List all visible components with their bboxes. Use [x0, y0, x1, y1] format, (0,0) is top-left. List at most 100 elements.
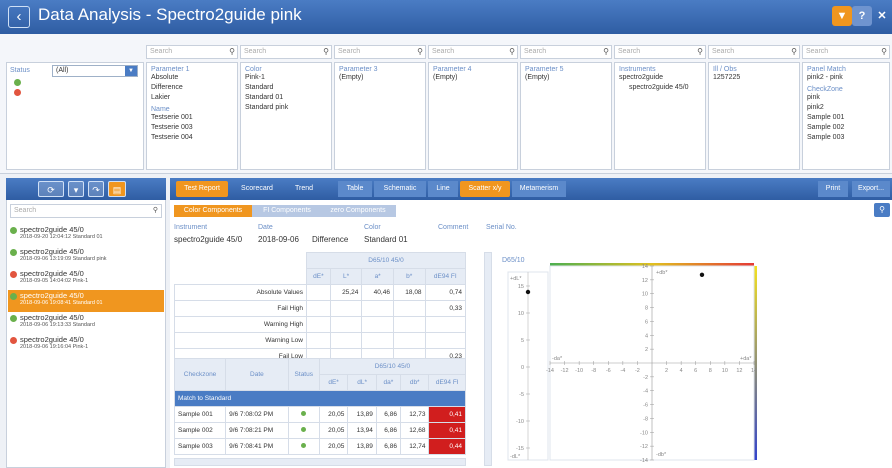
status-dot [10, 337, 17, 344]
window-title: Data Analysis - Spectro2guide pink [38, 5, 302, 24]
cell [424, 316, 467, 333]
list-item[interactable]: Testserie 003 [151, 123, 233, 133]
filter-search-panelmatch[interactable]: Search ⚲ [802, 45, 890, 59]
tab-trend[interactable]: Trend [286, 181, 322, 197]
column-header[interactable]: Checkzone [173, 358, 227, 391]
list-item[interactable]: Standard [245, 83, 327, 93]
column-header[interactable]: Status [287, 358, 320, 391]
filter-search-parameter1[interactable]: Search ⚲ [146, 45, 238, 59]
folder-icon[interactable]: ▤ [108, 181, 126, 197]
filter-search-parameter4[interactable]: Search ⚲ [428, 45, 518, 59]
table-row[interactable]: Sample 002 9/6 7:08:21 PM 20,05 13,94 6,86 12… [173, 422, 466, 439]
x-tick-label: 2 [665, 368, 668, 374]
chevron-down-icon[interactable]: ▾ [68, 181, 84, 197]
list-item[interactable]: spectro2guide [619, 73, 701, 83]
list-item[interactable]: spectro2guide 45/0 2018-09-06 19:08:41 St… [8, 290, 164, 312]
instruments-filter[interactable]: Instruments spectro2guide spectro2guide … [614, 62, 706, 170]
filter-search-parameter5[interactable]: Search ⚲ [520, 45, 612, 59]
color-heading: Color [245, 66, 262, 73]
cell: 20,05 [318, 422, 349, 439]
menu-button[interactable]: ▼ [832, 6, 852, 26]
tab-test-report[interactable]: Test Report [176, 181, 228, 197]
list-item[interactable]: Sample 001 [807, 113, 885, 123]
dl-tick-label: -10 [516, 419, 524, 425]
serial-label: Serial No. [486, 224, 517, 231]
da-neg-label: -da* [552, 356, 563, 362]
close-icon[interactable]: ✕ [872, 6, 892, 26]
table-row[interactable]: Sample 001 9/6 7:08:02 PM 20,05 13,89 6,86 12… [173, 406, 466, 423]
help-button[interactable]: ? [852, 6, 872, 26]
list-item[interactable]: 1257225 [713, 73, 795, 83]
list-item[interactable]: spectro2guide 45/0 2018-09-06 19:16:04 Pi… [8, 334, 164, 356]
parameter5-filter[interactable]: Parameter 5 (Empty) [520, 62, 612, 170]
tab-line[interactable]: Line [428, 181, 458, 197]
status-select[interactable]: (All) ▼ [52, 65, 138, 77]
y-tick-label: 2 [645, 347, 648, 353]
parameter1-heading: Parameter 1 [151, 66, 190, 73]
list-item[interactable]: (Empty) [339, 73, 421, 83]
back-chevron-icon[interactable]: ‹ [8, 6, 30, 28]
tab-metamerism[interactable]: Metamerism [512, 181, 566, 197]
list-item[interactable]: pink [807, 93, 885, 103]
color-filter[interactable]: Color Pink-1 Standard Standard 01 Standa… [240, 62, 332, 170]
group-header: D65/10 45/0 [318, 358, 467, 375]
status-filter-panel [6, 62, 144, 170]
list-item[interactable]: spectro2guide 45/0 2018-09-20 12:04:12 St… [8, 224, 164, 246]
tab-schematic[interactable]: Schematic [374, 181, 426, 197]
tab-scatter[interactable]: Scatter x/y [460, 181, 510, 197]
list-item[interactable]: Standard pink [245, 103, 327, 113]
item-detail: 2018-09-06 19:13:33 Standard [20, 322, 95, 328]
list-item[interactable]: Difference [151, 83, 233, 93]
horizontal-scrollbar[interactable] [174, 458, 466, 466]
status-dot [301, 411, 307, 416]
list-search-input[interactable]: Search ⚲ [10, 204, 162, 218]
list-item[interactable]: pink2 [807, 103, 885, 113]
cell: 0,44 [428, 438, 466, 455]
list-item[interactable]: Absolute [151, 73, 233, 83]
list-item[interactable]: Sample 003 [807, 133, 885, 143]
filter-search-instruments[interactable]: Search ⚲ [614, 45, 706, 59]
status-cell [287, 406, 320, 423]
status-green-dot[interactable] [14, 79, 21, 86]
vertical-scrollbar[interactable] [484, 252, 492, 466]
table-row[interactable]: Sample 003 9/6 7:08:41 PM 20,05 13,89 6,86 12… [173, 438, 466, 455]
zoom-search-icon[interactable]: ⚲ [874, 203, 890, 217]
print-button[interactable]: Print [818, 181, 848, 197]
parameter4-filter[interactable]: Parameter 4 (Empty) [428, 62, 518, 170]
list-item[interactable]: pink2 - pink [807, 73, 885, 83]
tab-color-components[interactable]: Color Components [174, 205, 252, 217]
refresh-icon[interactable]: ⟳ [38, 181, 64, 197]
list-item[interactable]: Standard 01 [245, 93, 327, 103]
status-dot [10, 315, 17, 322]
parameter1-filter[interactable]: Parameter 1 Absolute Difference Lakier N… [146, 62, 238, 170]
tab-fi-components[interactable]: FI Components [254, 205, 320, 217]
list-item[interactable]: spectro2guide 45/0 [619, 83, 701, 93]
parameter3-filter[interactable]: Parameter 3 (Empty) [334, 62, 426, 170]
list-item[interactable]: Testserie 001 [151, 113, 233, 123]
filter-search-parameter3[interactable]: Search ⚲ [334, 45, 426, 59]
panelmatch-filter[interactable]: Panel Match pink2 - pink CheckZone pink … [802, 62, 890, 170]
list-item[interactable]: spectro2guide 45/0 2018-09-05 14:04:02 Pi… [8, 268, 164, 290]
list-item[interactable]: Sample 002 [807, 123, 885, 133]
list-item[interactable]: (Empty) [433, 73, 513, 83]
match-row[interactable]: Match to Standard [174, 390, 466, 407]
list-item[interactable]: Testserie 004 [151, 133, 233, 143]
list-item[interactable]: spectro2guide 45/0 2018-09-06 19:13:33 St… [8, 312, 164, 334]
filter-search-illobs[interactable]: Search ⚲ [708, 45, 800, 59]
tab-zero-components[interactable]: zero Components [322, 205, 394, 217]
status-red-dot[interactable] [14, 89, 21, 96]
tab-scorecard[interactable]: Scorecard [230, 181, 284, 197]
list-item[interactable]: spectro2guide 45/0 2018-09-06 13:19:09 St… [8, 246, 164, 268]
export-icon[interactable]: ↷ [88, 181, 104, 197]
color-value: Standard 01 [364, 235, 408, 244]
illobs-filter[interactable]: Ill / Obs 1257225 [708, 62, 800, 170]
list-item[interactable]: (Empty) [525, 73, 607, 83]
column-header[interactable]: Date [225, 358, 289, 391]
list-item[interactable]: Lakier [151, 93, 233, 103]
cell [424, 332, 467, 349]
export-button[interactable]: Export... [852, 181, 890, 197]
filter-search-color[interactable]: Search ⚲ [240, 45, 332, 59]
status-label: Status [10, 67, 30, 74]
list-item[interactable]: Pink-1 [245, 73, 327, 83]
tab-table[interactable]: Table [338, 181, 372, 197]
